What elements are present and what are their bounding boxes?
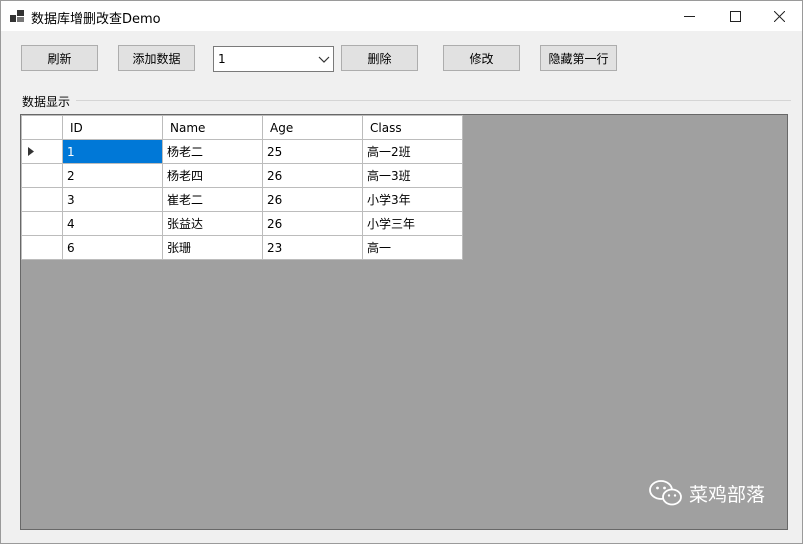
table-row[interactable]: 1 杨老二 25 高一2班 [21, 139, 463, 164]
id-select[interactable]: 1 [213, 46, 334, 72]
app-icon [10, 10, 24, 22]
corner-header[interactable] [21, 115, 63, 140]
app-window: 数据库增删改查Demo 刷新 添加数据 1 删除 修改 隐藏第一行 数据显示 I… [0, 0, 803, 544]
current-row-arrow-icon [28, 147, 34, 156]
minimize-icon [683, 15, 695, 17]
column-header-id[interactable]: ID [62, 115, 163, 140]
cell-class[interactable]: 小学3年 [362, 187, 463, 212]
title-bar[interactable]: 数据库增删改查Demo [1, 1, 802, 31]
cell-id[interactable]: 1 [62, 139, 163, 164]
row-header[interactable] [21, 211, 63, 236]
refresh-button[interactable]: 刷新 [21, 45, 98, 71]
cell-id[interactable]: 6 [62, 235, 163, 260]
cell-age[interactable]: 26 [262, 187, 363, 212]
cell-id[interactable]: 4 [62, 211, 163, 236]
cell-class[interactable]: 小学三年 [362, 211, 463, 236]
watermark-text: 菜鸡部落 [688, 483, 765, 506]
chevron-down-icon [318, 56, 330, 63]
row-header[interactable] [21, 235, 63, 260]
close-icon [773, 10, 785, 22]
id-select-value: 1 [218, 52, 226, 66]
data-grid[interactable]: ID Name Age Class 1 杨老二 25 高一2班 2 杨老四 26… [20, 114, 788, 530]
cell-age[interactable]: 26 [262, 163, 363, 188]
cell-id[interactable]: 2 [62, 163, 163, 188]
header-row: ID Name Age Class [21, 115, 463, 140]
add-data-button[interactable]: 添加数据 [118, 45, 195, 71]
cell-id[interactable]: 3 [62, 187, 163, 212]
row-header[interactable] [21, 139, 63, 164]
cell-class[interactable]: 高一 [362, 235, 463, 260]
table-row[interactable]: 3 崔老二 26 小学3年 [21, 187, 463, 212]
close-button[interactable] [756, 1, 802, 31]
group-box-border [76, 100, 791, 101]
cell-class[interactable]: 高一2班 [362, 139, 463, 164]
cell-name[interactable]: 张珊 [162, 235, 263, 260]
column-header-name[interactable]: Name [162, 115, 263, 140]
wechat-icon [649, 480, 682, 506]
minimize-button[interactable] [666, 1, 712, 31]
hide-first-row-button[interactable]: 隐藏第一行 [540, 45, 617, 71]
table-row[interactable]: 2 杨老四 26 高一3班 [21, 163, 463, 188]
cell-name[interactable]: 崔老二 [162, 187, 263, 212]
cell-name[interactable]: 杨老四 [162, 163, 263, 188]
row-header[interactable] [21, 187, 63, 212]
row-header[interactable] [21, 163, 63, 188]
cell-age[interactable]: 25 [262, 139, 363, 164]
data-grid-table: ID Name Age Class 1 杨老二 25 高一2班 2 杨老四 26… [21, 115, 463, 260]
cell-age[interactable]: 26 [262, 211, 363, 236]
delete-button[interactable]: 删除 [341, 45, 418, 71]
column-header-age[interactable]: Age [262, 115, 363, 140]
maximize-icon [729, 10, 741, 22]
column-header-class[interactable]: Class [362, 115, 463, 140]
table-row[interactable]: 6 张珊 23 高一 [21, 235, 463, 260]
cell-name[interactable]: 张益达 [162, 211, 263, 236]
cell-class[interactable]: 高一3班 [362, 163, 463, 188]
table-row[interactable]: 4 张益达 26 小学三年 [21, 211, 463, 236]
watermark: 菜鸡部落 [649, 479, 765, 507]
group-box-label: 数据显示 [22, 95, 71, 109]
cell-age[interactable]: 23 [262, 235, 363, 260]
edit-button[interactable]: 修改 [443, 45, 520, 71]
window-title: 数据库增删改查Demo [31, 12, 161, 27]
maximize-button[interactable] [712, 1, 758, 31]
cell-name[interactable]: 杨老二 [162, 139, 263, 164]
